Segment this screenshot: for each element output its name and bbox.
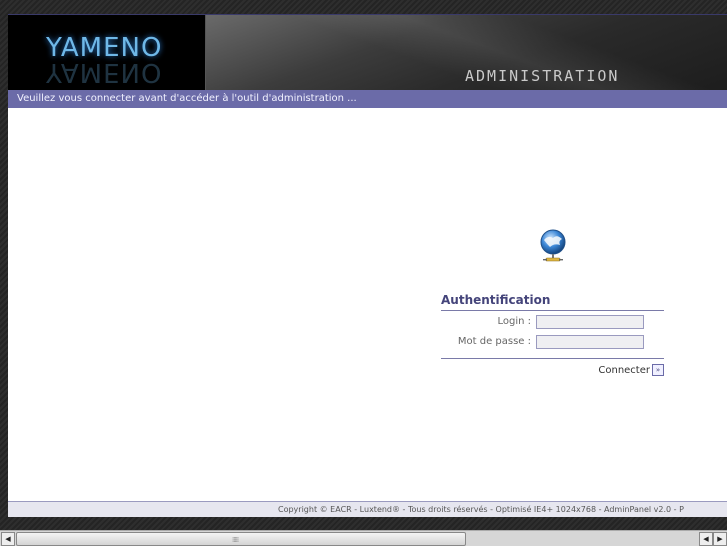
browser-viewport: YAMENO YAMENO ADMINISTRATION Veuillez vo… [8, 14, 727, 517]
page-header: YAMENO YAMENO ADMINISTRATION [8, 14, 727, 91]
scroll-left-arrow-icon-2[interactable]: ◀ [699, 532, 713, 546]
scrollbar-grip: ⁞⁞⁞⁞⁞ [232, 536, 239, 544]
password-label: Mot de passe : [457, 336, 531, 347]
login-row: Login : [441, 311, 664, 331]
authentication-panel: Authentification Login : Mot de passe : … [441, 293, 664, 376]
password-input[interactable] [536, 335, 644, 349]
scrollbar-thumb[interactable]: ⁞⁞⁞⁞⁞ [16, 532, 466, 546]
password-row: Mot de passe : [441, 331, 664, 351]
connect-row: Connecter » [441, 364, 664, 376]
login-input[interactable] [536, 315, 644, 329]
login-label: Login : [497, 316, 531, 327]
auth-divider [441, 358, 664, 359]
auth-title: Authentification [441, 293, 664, 311]
horizontal-scrollbar[interactable]: ◀ ⁞⁞⁞⁞⁞ ◀ ▶ [0, 530, 727, 546]
info-message-bar: Veuillez vous connecter avant d'accéder … [8, 90, 727, 108]
double-arrow-icon: » [652, 364, 664, 376]
connect-label: Connecter [598, 364, 650, 376]
logo-reflection: YAMENO [46, 57, 163, 87]
page-title: ADMINISTRATION [465, 67, 620, 85]
logo-container: YAMENO YAMENO [8, 15, 206, 91]
connect-button[interactable]: Connecter » [598, 364, 664, 376]
globe-network-icon [540, 229, 566, 262]
scroll-right-arrow-icon[interactable]: ▶ [713, 532, 727, 546]
scroll-left-arrow-icon[interactable]: ◀ [1, 532, 15, 546]
page-footer: Copyright © EACR - Luxtend® - Tous droit… [8, 501, 727, 517]
